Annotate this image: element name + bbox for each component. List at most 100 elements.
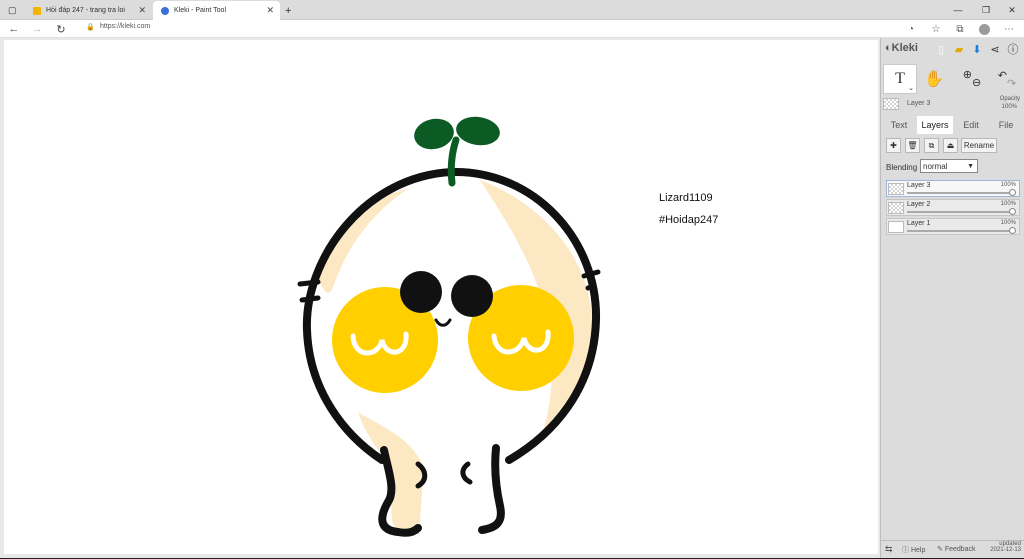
browser-tab-hoidap[interactable]: Hỏi đáp 247 - trang tra loi ✕	[25, 1, 152, 20]
canvas-text-line-2: #Hoidap247	[659, 214, 719, 226]
blending-value: normal	[923, 161, 948, 171]
tab-label: Text	[890, 120, 908, 130]
text-tool-icon: T	[895, 70, 905, 87]
browser-tab-kleki[interactable]: Kleki - Paint Tool ✕	[153, 1, 280, 20]
canvas-area: Lizard1109 #Hoidap247	[0, 38, 880, 558]
download-icon: ⬇	[972, 43, 982, 56]
layer-opacity-knob[interactable]	[1009, 227, 1016, 234]
layer-opacity-knob[interactable]	[1009, 208, 1016, 215]
avatar	[978, 23, 990, 35]
plus-icon: +	[285, 4, 292, 17]
layer-opacity-slider[interactable]	[907, 230, 1013, 232]
add-layer-button[interactable]: ✚	[886, 138, 901, 153]
hand-tool-button[interactable]: ✋	[921, 64, 947, 94]
tab-label: File	[998, 120, 1014, 130]
new-tab-button[interactable]: +	[282, 1, 298, 20]
plus-icon: ✚	[890, 141, 897, 150]
trash-icon: 🗑	[907, 141, 918, 150]
reload-button[interactable]: ↻	[52, 20, 70, 38]
minimize-icon: —	[953, 5, 963, 15]
layer-action-buttons: ✚ 🗑 ⧉ ⏏ Rename	[881, 138, 1024, 156]
panel-header: ◐Kleki ▯ ▰ ⬇ ⋖ ⓘ	[881, 38, 1024, 60]
opacity-label: Opacity	[999, 96, 1020, 102]
open-image-button[interactable]: ▰	[951, 41, 967, 57]
duplicate-layer-button[interactable]: ⧉	[924, 138, 939, 153]
panel-tabs: Text Layers Edit File	[881, 116, 1024, 134]
zoom-in-icon[interactable]: ⊕	[963, 68, 972, 81]
layer-thumbnail	[888, 183, 904, 195]
panel-footer: ⇆ ⓘ Help ✎ Feedback updated 2021-12-13	[881, 540, 1024, 558]
kleki-logo: ◐Kleki	[885, 42, 918, 54]
layer-row-2[interactable]: Layer 2 100%	[886, 199, 1020, 216]
settings-menu-button[interactable]: ⋯	[1000, 20, 1018, 38]
help-link[interactable]: ⓘ Help	[902, 545, 925, 555]
zoom-out-icon[interactable]: ⊖	[972, 76, 981, 89]
tool-row: T ⌄ ✋ ⊕ ⊖ ↶ ↷	[881, 64, 1024, 96]
tab-label: Layers	[921, 120, 949, 130]
favorites-button[interactable]: ☆	[927, 20, 945, 38]
close-tab-icon[interactable]: ✕	[266, 5, 274, 16]
kleki-logo-icon: ◐	[885, 42, 892, 54]
forward-button[interactable]: →	[28, 20, 46, 38]
chevron-down-icon[interactable]: ⌄	[908, 84, 914, 92]
feedback-icon: ✎	[937, 546, 945, 553]
minimize-button[interactable]: —	[944, 0, 972, 20]
tab-actions-button[interactable]: ▢	[6, 1, 20, 20]
address-bar: ← → ↻ 🔒 https://kleki.com ◔ ☆ ⧉ ⋯	[0, 20, 1024, 38]
rename-label: Rename	[963, 141, 995, 150]
layer-row-1[interactable]: Layer 1 100%	[886, 218, 1020, 235]
delete-layer-button[interactable]: 🗑	[905, 138, 920, 153]
character-drawing	[297, 116, 601, 537]
feedback-label: Feedback	[944, 546, 976, 553]
close-window-button[interactable]: ✕	[998, 0, 1024, 20]
profile-button[interactable]	[975, 20, 993, 38]
layer-thumbnail	[888, 202, 904, 214]
canvas-text-line-1: Lizard1109	[659, 192, 713, 204]
tracking-prevention-button[interactable]: ◔	[902, 20, 920, 38]
logo-text: Kleki	[891, 42, 918, 54]
updated-info: updated 2021-12-13	[990, 541, 1021, 553]
layer-row-3[interactable]: Layer 3 100%	[886, 180, 1020, 197]
feedback-link[interactable]: ✎ Feedback	[937, 545, 976, 553]
reload-icon: ↻	[56, 23, 66, 36]
more-dots-icon: ⋯	[1004, 23, 1014, 35]
merge-down-icon: ⏏	[946, 141, 955, 150]
rename-layer-button[interactable]: Rename	[961, 138, 997, 153]
help-circle-icon: ⓘ	[902, 547, 911, 554]
hoidap-favicon-icon	[33, 6, 41, 15]
layer-opacity-knob[interactable]	[1009, 189, 1016, 196]
save-button[interactable]: ⬇	[969, 41, 985, 57]
tab-layers[interactable]: Layers	[917, 116, 953, 134]
layer-opacity: 100%	[1000, 182, 1016, 188]
undo-redo-buttons[interactable]: ↶ ↷	[993, 64, 1021, 94]
close-tab-icon[interactable]: ✕	[138, 5, 146, 16]
blending-select[interactable]: normal ▼	[920, 159, 978, 173]
shield-icon: ◔	[907, 23, 915, 35]
back-button[interactable]: ←	[5, 20, 23, 38]
share-icon: ⋖	[990, 43, 1000, 56]
undo-icon[interactable]: ↶	[998, 69, 1007, 82]
kleki-favicon-icon	[161, 6, 169, 15]
drawing-canvas[interactable]: Lizard1109 #Hoidap247	[4, 40, 878, 554]
collections-button[interactable]: ⧉	[951, 20, 969, 38]
swap-side-icon[interactable]: ⇆	[885, 544, 893, 555]
tab-text[interactable]: Text	[883, 116, 915, 134]
help-button[interactable]: ⓘ	[1005, 41, 1021, 57]
layer-opacity-slider[interactable]	[907, 211, 1013, 213]
sprout-left-leaf	[414, 118, 454, 150]
merge-layer-button[interactable]: ⏏	[943, 138, 958, 153]
layer-opacity-slider[interactable]	[907, 192, 1013, 194]
tab-file[interactable]: File	[989, 116, 1023, 134]
close-icon: ✕	[1008, 4, 1016, 15]
new-image-button[interactable]: ▯	[933, 41, 949, 57]
zoom-buttons[interactable]: ⊕ ⊖	[959, 64, 985, 94]
redo-icon[interactable]: ↷	[1007, 77, 1016, 90]
tab-edit[interactable]: Edit	[955, 116, 987, 134]
maximize-button[interactable]: ❐	[972, 0, 1000, 20]
share-button[interactable]: ⋖	[987, 41, 1003, 57]
url-field[interactable]: https://kleki.com	[100, 23, 150, 30]
help-circle-icon: ⓘ	[1007, 44, 1019, 56]
layer-name: Layer 3	[907, 182, 931, 189]
maximize-icon: ❐	[981, 4, 991, 15]
text-tool-button[interactable]: T ⌄	[883, 64, 917, 94]
